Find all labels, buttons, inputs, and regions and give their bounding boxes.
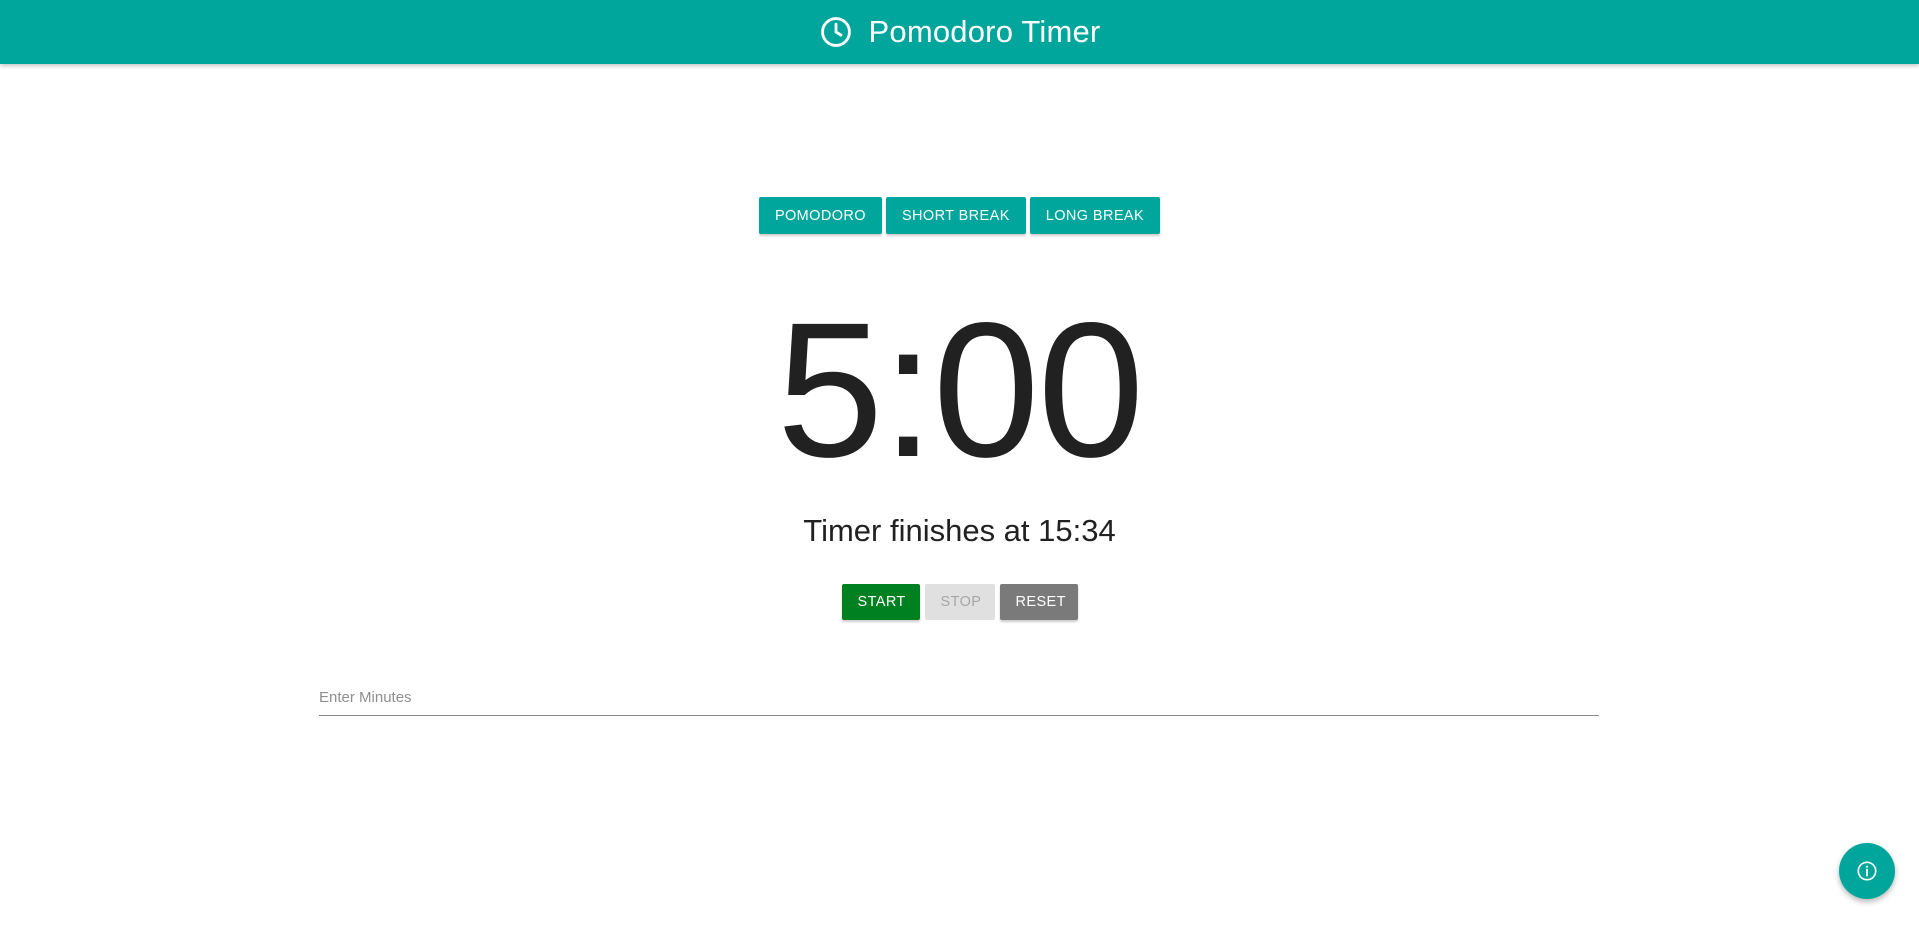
- app-bar: Pomodoro Timer: [0, 0, 1919, 64]
- clock-icon: [820, 17, 851, 47]
- minutes-field: [319, 680, 1599, 716]
- short-break-mode-button[interactable]: SHORT BREAK: [885, 197, 1026, 234]
- timer-display: 5:00: [776, 282, 1145, 497]
- timer-controls: START STOP RESET: [0, 584, 1919, 620]
- pomodoro-page: Pomodoro Timer POMODORO SHORT BREAK LONG…: [0, 0, 1919, 944]
- pomodoro-mode-button[interactable]: POMODORO: [758, 197, 882, 234]
- info-button[interactable]: [1839, 843, 1895, 899]
- start-button[interactable]: START: [841, 584, 920, 620]
- info-icon: [1857, 861, 1877, 881]
- finish-time-text: Timer finishes at 15:34: [803, 513, 1116, 548]
- stop-button[interactable]: STOP: [924, 584, 995, 620]
- reset-button[interactable]: RESET: [999, 584, 1078, 620]
- long-break-mode-button[interactable]: LONG BREAK: [1029, 197, 1161, 234]
- minutes-input[interactable]: [319, 680, 1599, 714]
- app-title: Pomodoro Timer: [868, 14, 1101, 49]
- mode-selector: POMODORO SHORT BREAK LONG BREAK: [0, 197, 1919, 234]
